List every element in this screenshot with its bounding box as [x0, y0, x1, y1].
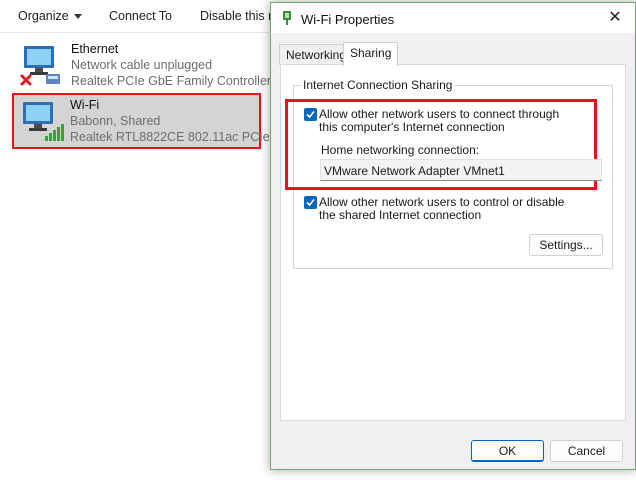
adapter-wifi-text: Wi-Fi Babonn, Shared Realtek RTL8822CE 8…: [70, 97, 284, 145]
organize-label: Organize: [18, 9, 69, 23]
adapter-ethernet-text: Ethernet Network cable unplugged Realtek…: [71, 41, 271, 89]
chevron-down-icon: [73, 14, 82, 20]
network-adapter-icon: [281, 11, 293, 25]
adapter-name: Ethernet: [71, 42, 119, 56]
sharing-tab-panel: Internet Connection Sharing Allow other …: [280, 64, 626, 421]
allow-connect-checkbox[interactable]: [304, 108, 317, 121]
disable-device-button[interactable]: Disable this n: [200, 9, 275, 23]
adapter-device: Realtek RTL8822CE 802.11ac PCIe ...: [70, 130, 284, 144]
home-networking-label: Home networking connection:: [321, 143, 480, 157]
adapter-status: Babonn, Shared: [70, 114, 161, 128]
tab-sharing[interactable]: Sharing: [343, 42, 399, 66]
dialog-title: Wi-Fi Properties: [301, 12, 395, 27]
adapter-status: Network cable unplugged: [71, 58, 213, 72]
disable-device-label: Disable this n: [200, 9, 276, 23]
ok-button[interactable]: OK: [471, 440, 544, 462]
home-networking-connection-field[interactable]: VMware Network Adapter VMnet1: [320, 159, 602, 181]
connect-to-button[interactable]: Connect To: [109, 9, 172, 23]
wifi-properties-dialog: Wi-Fi Properties ✕ Networking Sharing In…: [270, 2, 636, 470]
checkmark-icon: [306, 198, 315, 207]
ethernet-disconnected-icon: [20, 44, 68, 88]
allow-control-checkbox[interactable]: [304, 196, 317, 209]
close-button[interactable]: ✕: [601, 7, 629, 29]
settings-button[interactable]: Settings...: [529, 234, 603, 256]
adapter-ethernet[interactable]: Ethernet Network cable unplugged Realtek…: [14, 38, 271, 90]
adapter-name: Wi-Fi: [70, 98, 100, 112]
allow-control-label[interactable]: Allow other network users to control or …: [319, 196, 579, 222]
checkmark-icon: [306, 110, 315, 119]
close-icon: ✕: [608, 9, 622, 26]
ics-group-label: Internet Connection Sharing: [301, 78, 455, 92]
allow-connect-label[interactable]: Allow other network users to connect thr…: [319, 108, 579, 134]
adapter-wifi[interactable]: Wi-Fi Babonn, Shared Realtek RTL8822CE 8…: [12, 93, 284, 149]
dialog-titlebar[interactable]: Wi-Fi Properties ✕: [271, 3, 635, 33]
wifi-adapter-icon: [19, 100, 67, 144]
tab-networking[interactable]: Networking: [279, 44, 354, 65]
connect-to-label: Connect To: [109, 9, 173, 23]
cancel-button[interactable]: Cancel: [550, 440, 623, 462]
adapter-device: Realtek PCIe GbE Family Controller: [71, 74, 272, 88]
organize-menu[interactable]: Organize: [18, 9, 82, 23]
ics-groupbox: Internet Connection Sharing Allow other …: [285, 78, 613, 269]
